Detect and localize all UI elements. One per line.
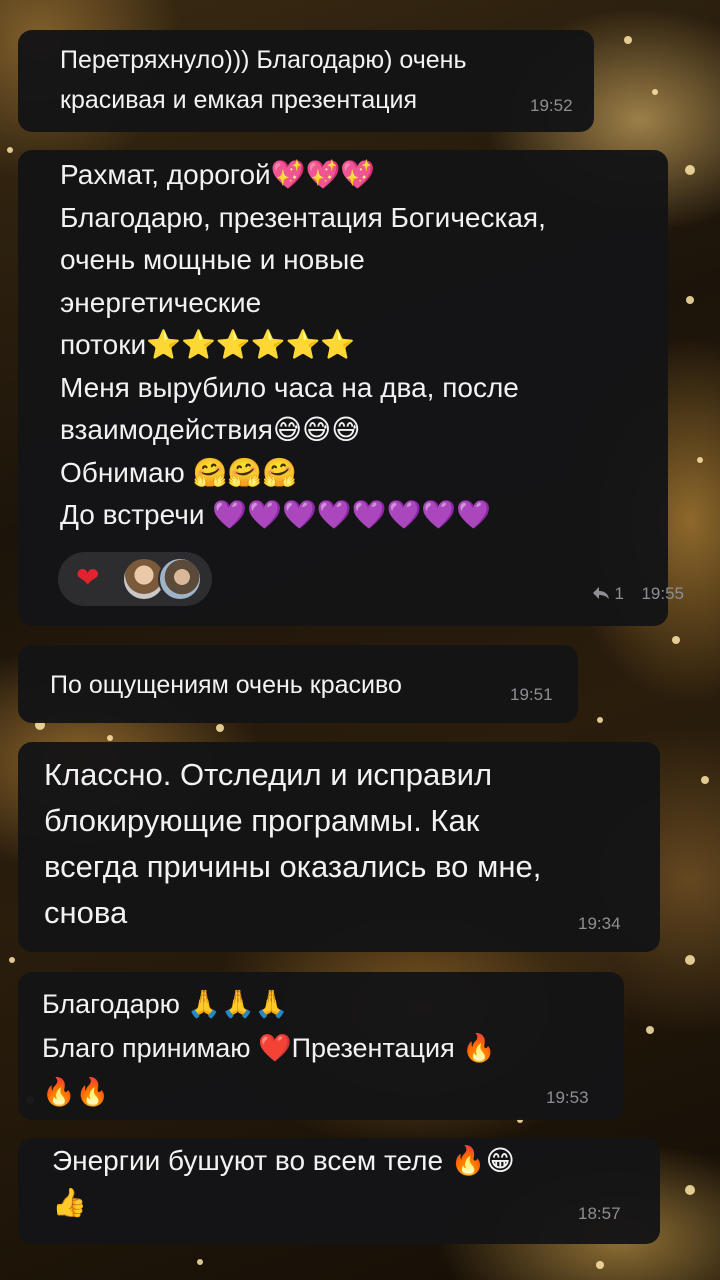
message-line: взаимодействия😅😅😅 [60, 414, 361, 445]
message-timestamp: 18:57 [578, 1204, 621, 1223]
message-line: очень мощные и новые [60, 244, 365, 275]
message-line: энергетические [60, 286, 262, 318]
message-text: Перетряхнуло))) Благодарю) очень красива… [60, 46, 467, 114]
message-timestamp: 19:52 [530, 96, 573, 115]
message-timestamp: 19:34 [578, 914, 621, 933]
reply-count: 1 [614, 584, 624, 603]
reaction-pill[interactable]: ❤ [58, 552, 212, 606]
message-bubble[interactable]: Классно. Отследил и исправил блокирующие… [18, 742, 660, 952]
reply-arrow-icon [592, 584, 615, 603]
message-text: Благодарю 🙏🙏🙏 Благо принимаю ❤️Презентац… [42, 989, 496, 1107]
message-bubble[interactable]: Энергии бушуют во всем теле 🔥😁 👍 18:57 [18, 1138, 660, 1244]
message-text: Энергии бушуют во всем теле 🔥😁 👍 [52, 1145, 515, 1218]
message-timestamp: 19:53 [546, 1088, 589, 1107]
heart-reaction-icon: ❤ [76, 562, 100, 593]
message-text: По ощущениям очень красиво [50, 671, 402, 699]
message-line: Благодарю, презентация Богическая, [60, 201, 546, 233]
message-timestamp: 19:55 [641, 584, 684, 603]
message-timestamp: 19:51 [510, 685, 553, 704]
message-line: До встречи 💜💜💜💜💜💜💜💜 [60, 499, 492, 530]
message-text: Рахмат, дорогой💖💖💖 Благодарю, презентаци… [60, 154, 546, 537]
message-line: Меня вырубило часа на два, после [60, 371, 519, 403]
message-bubble[interactable]: По ощущениям очень красиво 19:51 [18, 645, 578, 723]
reply-info[interactable]: 1 19:55 [592, 584, 684, 604]
message-bubble[interactable]: Благодарю 🙏🙏🙏 Благо принимаю ❤️Презентац… [18, 972, 624, 1120]
avatar [158, 557, 202, 601]
message-line: потоки⭐⭐⭐⭐⭐⭐ [60, 329, 356, 360]
message-text: Классно. Отследил и исправил блокирующие… [44, 757, 542, 930]
message-bubble[interactable]: Перетряхнуло))) Благодарю) очень красива… [18, 30, 594, 132]
message-line: Рахмат, дорогой💖💖💖 [60, 159, 376, 190]
message-line: Обнимаю 🤗🤗🤗 [60, 456, 298, 488]
